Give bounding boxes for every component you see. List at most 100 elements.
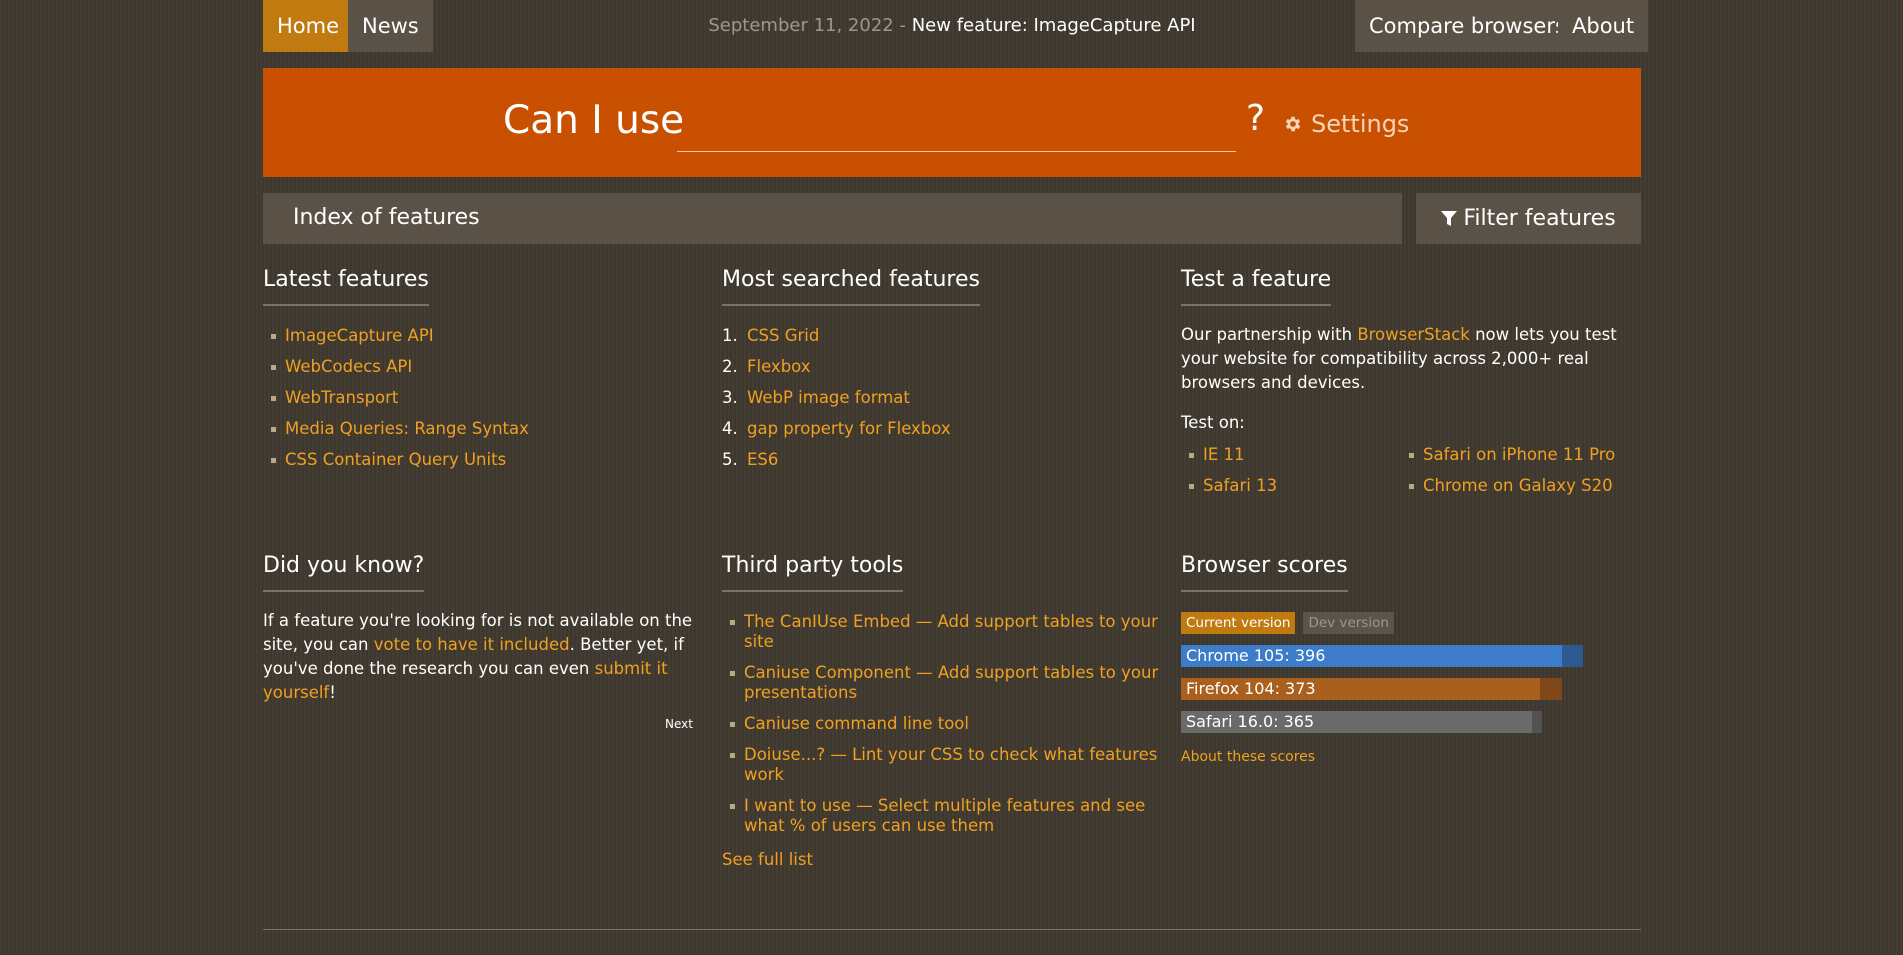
score-bar: Firefox 104: 373 <box>1181 678 1621 700</box>
tool-link[interactable]: Caniuse command line tool <box>744 714 969 733</box>
browser-scores-heading: Browser scores <box>1181 553 1348 592</box>
list-item: Safari on iPhone 11 Pro <box>1401 445 1621 465</box>
most-searched-link[interactable]: CSS Grid <box>747 326 819 345</box>
browserstack-link[interactable]: BrowserStack <box>1357 325 1470 344</box>
score-bar-label: Safari 16.0: 365 <box>1186 712 1315 731</box>
score-bars: Chrome 105: 396 Firefox 104: 373 Safari 16… <box>1181 645 1621 733</box>
score-bar: Chrome 105: 396 <box>1181 645 1621 667</box>
list-item: The CanIUse Embed — Add support tables t… <box>722 612 1162 652</box>
list-item: I want to use — Select multiple features… <box>722 796 1162 836</box>
most-searched-link[interactable]: WebP image format <box>747 388 910 407</box>
tab-current-version[interactable]: Current version <box>1181 612 1296 634</box>
did-you-know-heading: Did you know? <box>263 553 425 592</box>
nav-compare-browsers[interactable]: Compare browsers <box>1355 0 1580 52</box>
list-item: 1. CSS Grid <box>722 326 1162 346</box>
test-browser-link[interactable]: Chrome on Galaxy S20 <box>1423 476 1613 495</box>
search-label: Can I use <box>503 98 685 143</box>
version-tabs: Current version Dev version <box>1181 612 1621 634</box>
about-scores-link[interactable]: About these scores <box>1181 749 1315 765</box>
latest-feature-link[interactable]: WebCodecs API <box>285 357 412 376</box>
list-item: 5. ES6 <box>722 450 1162 470</box>
list-item: Media Queries: Range Syntax <box>263 419 703 439</box>
nav-home[interactable]: Home <box>263 0 354 52</box>
vote-link[interactable]: vote to have it included <box>374 635 570 654</box>
rank-number: 3. <box>722 388 738 407</box>
rank-number: 5. <box>722 450 738 469</box>
next-tip-button[interactable]: Next <box>665 717 693 731</box>
score-bar-label: Chrome 105: 396 <box>1186 646 1326 665</box>
did-you-know-text: If a feature you're looking for is not a… <box>263 609 693 705</box>
tool-link[interactable]: I want to use — Select multiple features… <box>744 796 1145 835</box>
test-on-label: Test on: <box>1181 413 1245 432</box>
nav-news[interactable]: News <box>348 0 433 52</box>
top-nav: September 11, 2022 - New feature: ImageC… <box>263 0 1649 52</box>
test-browser-link[interactable]: Safari 13 <box>1203 476 1277 495</box>
search-input[interactable] <box>677 102 1236 152</box>
rank-number: 1. <box>722 326 738 345</box>
test-feature-heading: Test a feature <box>1181 267 1332 306</box>
list-item: Doiuse...? — Lint your CSS to check what… <box>722 745 1162 785</box>
footer-divider <box>263 929 1641 930</box>
list-item: Caniuse Component — Add support tables t… <box>722 663 1162 703</box>
list-item: 3. WebP image format <box>722 388 1162 408</box>
filter-features-button[interactable]: Filter features <box>1416 193 1641 244</box>
description-text: Our partnership with <box>1181 325 1358 344</box>
test-feature-description: Our partnership with BrowserStack now le… <box>1181 323 1621 395</box>
tool-link[interactable]: Caniuse Component — Add support tables t… <box>744 663 1158 702</box>
browser-scores-section: Browser scores Current version Dev versi… <box>1181 553 1621 765</box>
latest-features-list: ImageCapture API WebCodecs API WebTransp… <box>263 326 703 470</box>
search-question-mark: ? <box>1246 98 1266 139</box>
test-on-grid: IE 11 Safari 13 Safari on iPhone 11 Pro … <box>1181 445 1621 507</box>
most-searched-list: 1. CSS Grid 2. Flexbox 3. WebP image format… <box>722 326 1162 470</box>
list-item: Chrome on Galaxy S20 <box>1401 476 1621 496</box>
rank-number: 4. <box>722 419 738 438</box>
tool-link[interactable]: The CanIUse Embed — Add support tables t… <box>744 612 1158 651</box>
test-browser-link[interactable]: Safari on iPhone 11 Pro <box>1423 445 1615 464</box>
filter-icon <box>1441 210 1458 226</box>
search-banner: Can I use ? Settings <box>263 68 1641 177</box>
index-of-features-bar[interactable]: Index of features <box>263 193 1402 244</box>
list-item: 2. Flexbox <box>722 357 1162 377</box>
index-of-features-title: Index of features <box>293 205 480 230</box>
list-item: ImageCapture API <box>263 326 703 346</box>
test-feature-section: Test a feature Our partnership with Brow… <box>1181 267 1621 507</box>
most-searched-link[interactable]: ES6 <box>747 450 778 469</box>
latest-features-section: Latest features ImageCapture API WebCode… <box>263 267 703 481</box>
latest-feature-link[interactable]: CSS Container Query Units <box>285 450 506 469</box>
test-on-list-left: IE 11 Safari 13 <box>1181 445 1401 507</box>
filter-features-label: Filter features <box>1463 206 1616 231</box>
settings-label: Settings <box>1311 110 1410 138</box>
list-item: WebTransport <box>263 388 703 408</box>
score-bar-label: Firefox 104: 373 <box>1186 679 1316 698</box>
list-item: IE 11 <box>1181 445 1401 465</box>
third-party-tools-section: Third party tools The CanIUse Embed — Ad… <box>722 553 1162 869</box>
news-date: September 11, 2022 <box>708 15 894 36</box>
nav-about[interactable]: About <box>1558 0 1649 52</box>
latest-feature-link[interactable]: Media Queries: Range Syntax <box>285 419 529 438</box>
most-searched-section: Most searched features 1. CSS Grid 2. Flex… <box>722 267 1162 481</box>
most-searched-heading: Most searched features <box>722 267 980 306</box>
third-party-tools-heading: Third party tools <box>722 553 904 592</box>
test-browser-link[interactable]: IE 11 <box>1203 445 1245 464</box>
gear-icon <box>1285 116 1301 132</box>
most-searched-link[interactable]: Flexbox <box>747 357 811 376</box>
score-bar: Safari 16.0: 365 <box>1181 711 1621 733</box>
latest-feature-link[interactable]: WebTransport <box>285 388 398 407</box>
latest-features-heading: Latest features <box>263 267 429 306</box>
list-item: Safari 13 <box>1181 476 1401 496</box>
body-text: ! <box>329 683 336 702</box>
tool-link[interactable]: Doiuse...? — Lint your CSS to check what… <box>744 745 1157 784</box>
list-item: 4. gap property for Flexbox <box>722 419 1162 439</box>
test-on-list-right: Safari on iPhone 11 Pro Chrome on Galaxy… <box>1401 445 1621 507</box>
latest-feature-link[interactable]: ImageCapture API <box>285 326 434 345</box>
see-full-list-link[interactable]: See full list <box>722 850 813 869</box>
settings-button[interactable]: Settings <box>1283 110 1409 138</box>
third-party-tools-list: The CanIUse Embed — Add support tables t… <box>722 612 1162 836</box>
news-headline-link[interactable]: New feature: ImageCapture API <box>912 15 1196 36</box>
list-item: WebCodecs API <box>263 357 703 377</box>
list-item: CSS Container Query Units <box>263 450 703 470</box>
tab-dev-version[interactable]: Dev version <box>1303 612 1394 634</box>
rank-number: 2. <box>722 357 738 376</box>
news-separator: - <box>899 15 906 36</box>
most-searched-link[interactable]: gap property for Flexbox <box>747 419 951 438</box>
